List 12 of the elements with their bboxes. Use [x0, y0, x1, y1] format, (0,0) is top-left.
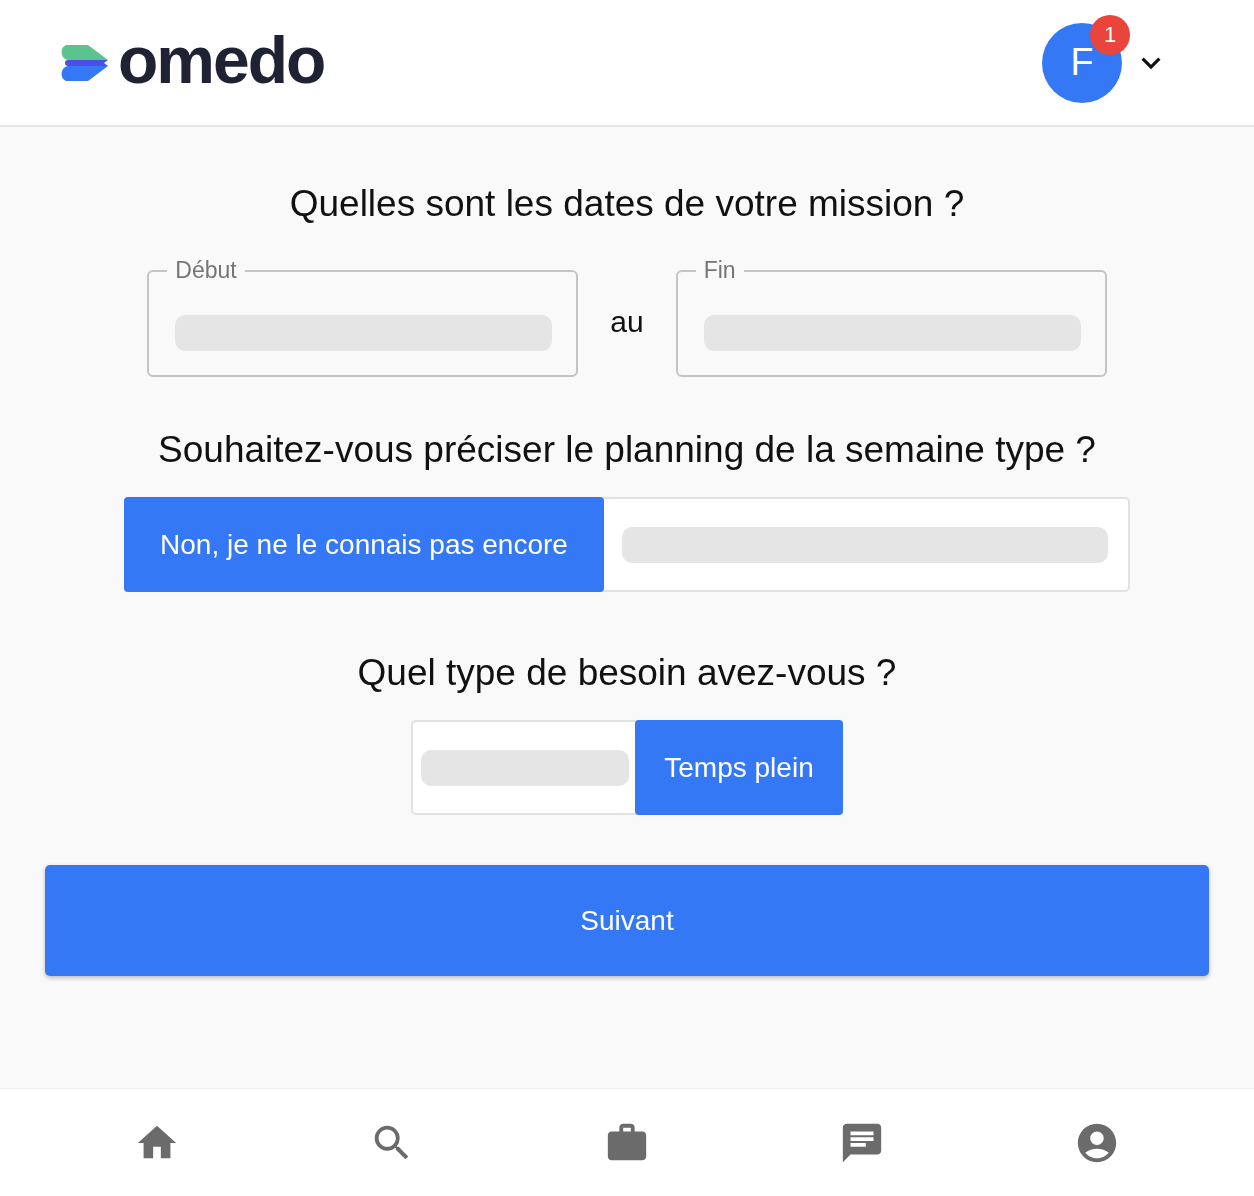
field-label: Fin	[702, 257, 737, 284]
question-title: Souhaitez-vous préciser le planning de la semaine type ?	[158, 429, 1096, 471]
logo-text: omedo	[118, 26, 325, 93]
date-field[interactable]: Début	[147, 257, 579, 377]
question-title: Quelles sont les dates de votre mission ?	[289, 183, 965, 225]
option-button[interactable]: Non, je ne le connais pas encore	[124, 497, 604, 592]
date-field[interactable]: Fin	[675, 257, 1107, 377]
field-label: Début	[174, 257, 238, 284]
question-title: Quel type de besoin avez-vous ?	[357, 652, 897, 694]
option-button[interactable]: Temps plein	[635, 720, 843, 815]
next-button[interactable]: Suivant	[45, 865, 1209, 976]
separator-text: au	[610, 305, 644, 339]
